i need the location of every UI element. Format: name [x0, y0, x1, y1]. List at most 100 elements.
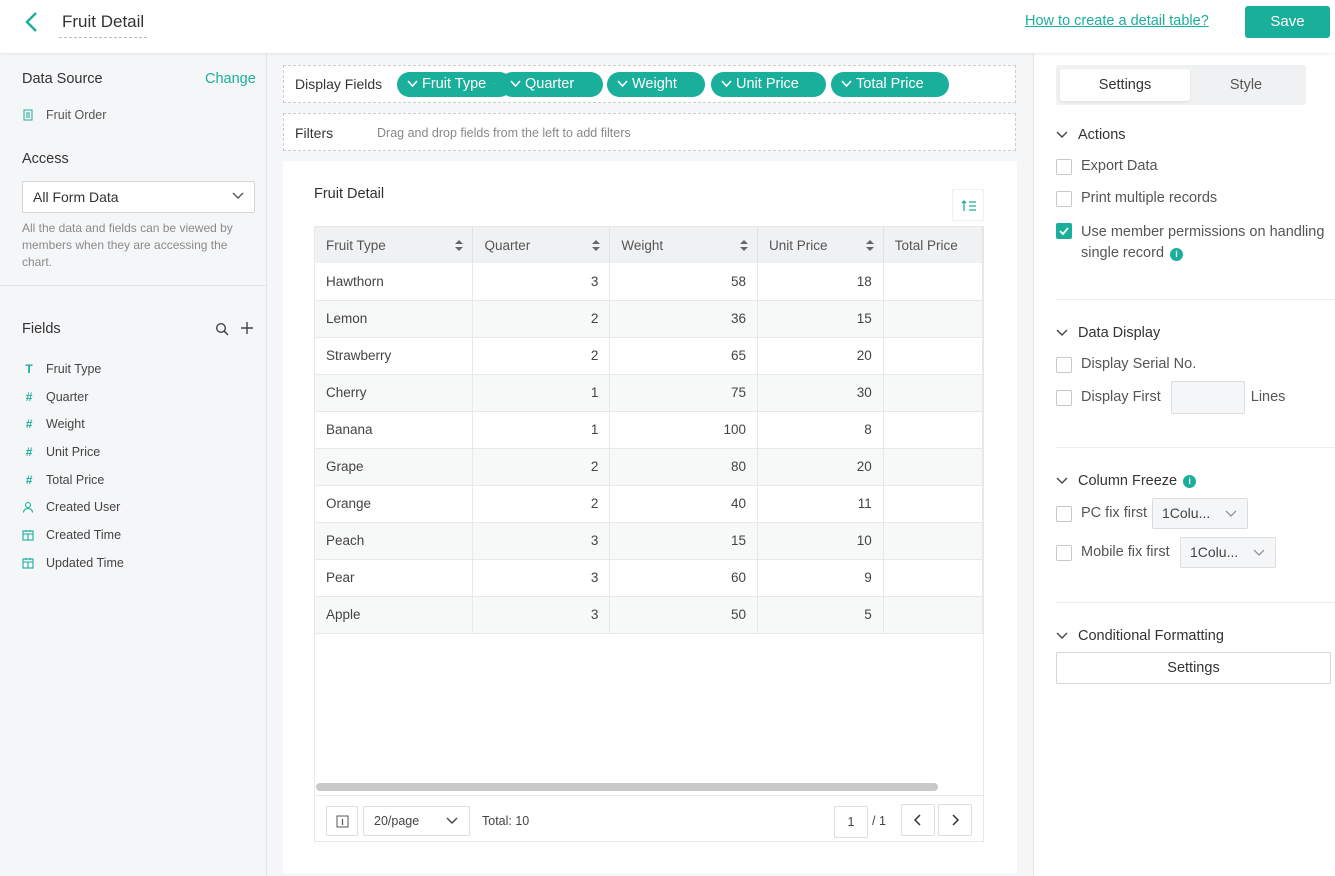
display-first-option[interactable]: Display First Lines	[1056, 381, 1285, 414]
sort-icon[interactable]	[865, 240, 874, 251]
export-data-checkbox[interactable]	[1056, 159, 1072, 175]
display-fields-zone[interactable]: Display Fields Fruit Type Quarter Weight Un…	[283, 65, 1016, 103]
chevron-down-icon	[721, 80, 732, 88]
table-cell: 9	[757, 559, 884, 597]
column-header[interactable]: Total Price	[883, 227, 983, 263]
display-field-chip[interactable]: Quarter	[500, 72, 603, 97]
display-first-checkbox[interactable]	[1056, 390, 1072, 406]
info-icon[interactable]: i	[1183, 474, 1197, 488]
divider	[0, 285, 266, 286]
display-field-chip[interactable]: Total Price	[831, 72, 949, 97]
field-item[interactable]: # Total Price	[22, 466, 124, 494]
conditional-formatting-settings-button[interactable]: Settings	[1056, 652, 1331, 684]
mobile-fix-select[interactable]: 1Colu...	[1180, 537, 1276, 568]
table-row[interactable]: Lemon 2 36 15	[315, 300, 983, 338]
pc-fix-checkbox[interactable]	[1056, 506, 1072, 522]
chevron-down-icon	[510, 80, 521, 88]
mobile-fix-checkbox[interactable]	[1056, 545, 1072, 561]
filters-label: Filters	[295, 125, 334, 141]
access-select[interactable]: All Form Data	[22, 181, 255, 213]
table-row[interactable]: Strawberry 2 65 20	[315, 337, 983, 375]
number-type-icon: #	[25, 389, 33, 404]
member-permission-option[interactable]: Use member permissions on handling singl…	[1056, 222, 1331, 264]
field-item[interactable]: # Unit Price	[22, 438, 124, 466]
table-cell: 3	[472, 522, 611, 560]
column-header-label: Fruit Type	[326, 237, 386, 253]
table-cell: Pear	[315, 559, 474, 597]
field-item[interactable]: Created Time	[22, 521, 124, 549]
mobile-fix-option[interactable]: Mobile fix first	[1056, 544, 1170, 561]
conditional-formatting-section-header[interactable]: Conditional Formatting	[1056, 628, 1224, 644]
info-icon[interactable]	[326, 806, 358, 836]
table-row[interactable]: Cherry 1 75 30	[315, 374, 983, 412]
sort-icon[interactable]	[592, 240, 601, 251]
info-icon[interactable]: i	[1170, 248, 1184, 261]
actions-section-header[interactable]: Actions	[1056, 127, 1126, 143]
help-link[interactable]: How to create a detail table?	[1025, 13, 1209, 29]
text-type-icon: T	[25, 361, 33, 376]
pc-fix-select[interactable]: 1Colu...	[1152, 498, 1248, 529]
display-first-input[interactable]	[1170, 381, 1245, 414]
table-cell: 10	[757, 522, 884, 560]
table-cell: 8	[757, 411, 884, 449]
mobile-fix-label: Mobile fix first	[1081, 544, 1170, 560]
table-row[interactable]: Hawthorn 3 58 18	[315, 263, 983, 301]
table-cell: 3	[472, 596, 611, 634]
table-row[interactable]: Pear 3 60 9	[315, 559, 983, 597]
page-number-input[interactable]: 1	[834, 806, 868, 838]
add-icon[interactable]	[240, 321, 254, 335]
page-size-select[interactable]: 20/page	[363, 806, 470, 836]
prev-page-button[interactable]	[901, 804, 935, 836]
table-row[interactable]: Banana 1 100 8	[315, 411, 983, 449]
serial-no-checkbox[interactable]	[1056, 357, 1072, 373]
field-item[interactable]: # Weight	[22, 410, 124, 438]
print-multiple-option[interactable]: Print multiple records	[1056, 190, 1217, 207]
display-field-chip[interactable]: Fruit Type	[397, 72, 512, 97]
data-source-name: Fruit Order	[46, 108, 107, 122]
field-item[interactable]: Updated Time	[22, 549, 124, 577]
field-label: Quarter	[46, 389, 89, 404]
filters-zone[interactable]: Filters Drag and drop fields from the le…	[283, 113, 1016, 151]
table-cell: 2	[472, 300, 611, 338]
display-field-chip[interactable]: Unit Price	[711, 72, 826, 97]
pc-fix-option[interactable]: PC fix first	[1056, 505, 1147, 522]
field-label: Created Time	[46, 527, 122, 542]
page-title-input[interactable]: Fruit Detail	[59, 8, 147, 38]
table-cell: 65	[609, 337, 758, 375]
display-field-chip[interactable]: Weight	[607, 72, 705, 97]
field-label: Total Price	[46, 472, 105, 487]
save-button[interactable]: Save	[1245, 6, 1330, 38]
print-multiple-checkbox[interactable]	[1056, 191, 1072, 207]
member-permission-checkbox[interactable]	[1056, 223, 1072, 239]
tab-settings[interactable]: Settings	[1060, 69, 1190, 101]
tab-style[interactable]: Style	[1190, 69, 1302, 101]
column-header[interactable]: Unit Price	[757, 227, 884, 263]
column-header[interactable]: Fruit Type	[315, 227, 474, 263]
back-arrow-icon[interactable]	[20, 10, 44, 34]
table-row[interactable]: Grape 2 80 20	[315, 448, 983, 486]
divider	[1056, 602, 1335, 603]
table-row[interactable]: Peach 3 15 10	[315, 522, 983, 560]
table-cell	[883, 596, 983, 634]
table-row[interactable]: Apple 3 50 5	[315, 596, 983, 634]
export-data-option[interactable]: Export Data	[1056, 158, 1158, 175]
sort-icon[interactable]	[455, 240, 464, 251]
serial-no-option[interactable]: Display Serial No.	[1056, 356, 1196, 373]
next-page-button[interactable]	[938, 804, 972, 836]
chevron-down-icon	[1253, 549, 1265, 557]
search-icon[interactable]	[215, 322, 229, 336]
field-item[interactable]: T Fruit Type	[22, 355, 124, 383]
data-display-section-header[interactable]: Data Display	[1056, 325, 1160, 341]
horizontal-scrollbar[interactable]	[316, 783, 938, 791]
sort-icon[interactable]	[739, 240, 748, 251]
field-item[interactable]: Created User	[22, 493, 124, 521]
table-cell: 2	[472, 485, 611, 523]
column-freeze-section-header[interactable]: Column Freeze i	[1056, 473, 1197, 489]
table-cell: 3	[472, 559, 611, 597]
sort-order-button[interactable]	[952, 189, 984, 221]
table-row[interactable]: Orange 2 40 11	[315, 485, 983, 523]
column-header[interactable]: Quarter	[472, 227, 611, 263]
change-source-link[interactable]: Change	[205, 71, 256, 87]
field-item[interactable]: # Quarter	[22, 383, 124, 411]
column-header[interactable]: Weight	[609, 227, 758, 263]
